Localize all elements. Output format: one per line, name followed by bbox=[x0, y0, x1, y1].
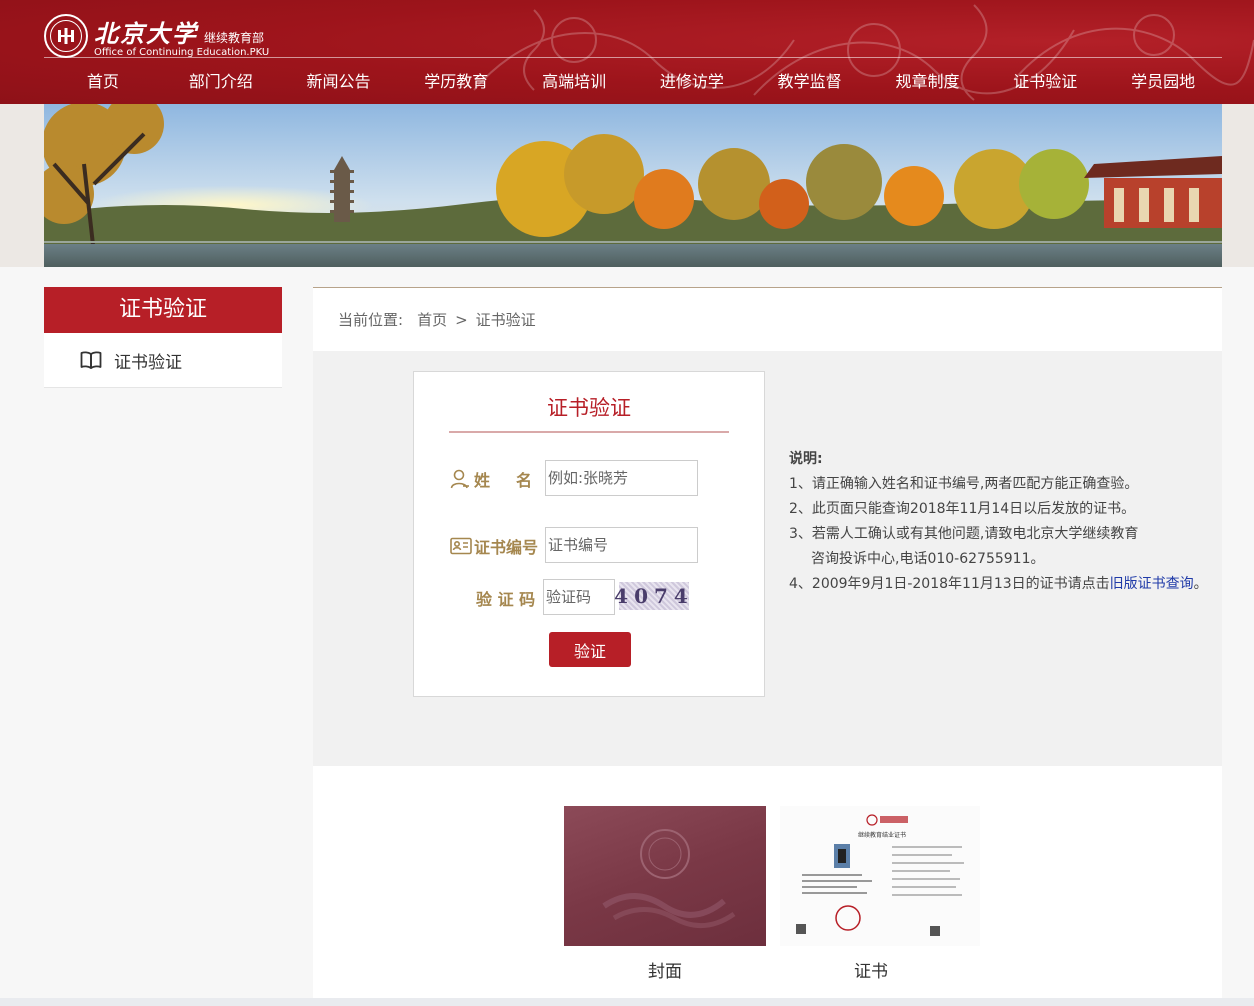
captcha-image[interactable]: 4074 bbox=[614, 582, 689, 610]
sidebar-title: 证书验证 bbox=[44, 287, 282, 333]
logo-title-cn: 北京大学 bbox=[94, 19, 198, 48]
breadcrumb: 当前位置: 首页 > 证书验证 bbox=[313, 287, 1222, 351]
verify-button[interactable]: 验证 bbox=[549, 632, 631, 667]
banner-area bbox=[0, 104, 1254, 267]
captcha-input[interactable] bbox=[543, 579, 615, 615]
cert-number-label: 证书编号 bbox=[450, 527, 544, 565]
name-row: 姓 名 bbox=[414, 460, 766, 498]
site-logo[interactable]: 北京大学 继续教育部 Office of Continuing Educatio… bbox=[44, 14, 269, 58]
logo-subtitle: 继续教育部 bbox=[204, 31, 265, 45]
main-content: 证书验证 姓 名 证书编号 验 证 码 4074 bbox=[313, 351, 1222, 766]
breadcrumb-separator: > bbox=[455, 310, 468, 329]
sample-images: 继续教育结业证书 封面 证书 bbox=[313, 766, 1222, 998]
certificate-caption: 证书 bbox=[854, 962, 888, 982]
id-card-icon bbox=[450, 537, 472, 555]
instructions-heading: 说明: bbox=[789, 451, 823, 467]
nav-item-supervision[interactable]: 教学监督 bbox=[751, 62, 869, 102]
book-icon bbox=[80, 351, 102, 369]
nav-item-news[interactable]: 新闻公告 bbox=[280, 62, 398, 102]
pku-seal-icon bbox=[44, 14, 88, 58]
cert-number-row: 证书编号 bbox=[414, 527, 766, 565]
site-header: 北京大学 继续教育部 Office of Continuing Educatio… bbox=[0, 0, 1254, 104]
nav-item-rules[interactable]: 规章制度 bbox=[869, 62, 987, 102]
sidebar-item-certificate[interactable]: 证书验证 bbox=[44, 333, 282, 388]
svg-text:继续教育结业证书: 继续教育结业证书 bbox=[858, 831, 906, 839]
cover-caption: 封面 bbox=[648, 962, 682, 982]
user-icon bbox=[450, 469, 469, 489]
nav-item-students[interactable]: 学员园地 bbox=[1104, 62, 1222, 102]
cert-number-input[interactable] bbox=[545, 527, 698, 563]
nav-item-degree[interactable]: 学历教育 bbox=[397, 62, 515, 102]
sidebar-item-label: 证书验证 bbox=[114, 352, 182, 373]
nav-item-about[interactable]: 部门介绍 bbox=[162, 62, 280, 102]
certificate-sample-image[interactable]: 继续教育结业证书 bbox=[780, 806, 980, 946]
instruction-line: 1、请正确输入姓名和证书编号,两者匹配方能正确查验。 bbox=[789, 476, 1139, 492]
instructions: 说明: 1、请正确输入姓名和证书编号,两者匹配方能正确查验。 2、此页面只能查询… bbox=[789, 447, 1209, 597]
certificate-cover-image[interactable] bbox=[564, 806, 766, 946]
breadcrumb-home-link[interactable]: 首页 bbox=[417, 309, 447, 330]
form-title: 证书验证 bbox=[449, 392, 729, 433]
breadcrumb-prefix: 当前位置: bbox=[338, 311, 404, 329]
name-label: 姓 名 bbox=[450, 460, 544, 498]
footer-strip bbox=[0, 998, 1254, 1006]
main-nav: 首页 部门介绍 新闻公告 学历教育 高端培训 进修访学 教学监督 规章制度 证书… bbox=[44, 62, 1222, 102]
name-input[interactable] bbox=[545, 460, 698, 496]
nav-item-training[interactable]: 高端培训 bbox=[515, 62, 633, 102]
header-divider bbox=[44, 57, 1222, 58]
captcha-row: 验 证 码 4074 bbox=[414, 579, 766, 617]
instruction-line-old-link: 4、2009年9月1日-2018年11月13日的证书请点击旧版证书查询。 bbox=[789, 576, 1208, 592]
breadcrumb-current[interactable]: 证书验证 bbox=[476, 309, 536, 330]
instruction-line: 2、此页面只能查询2018年11月14日以后发放的证书。 bbox=[789, 501, 1136, 517]
instruction-line: 咨询投诉中心,电话010-62755911。 bbox=[811, 551, 1045, 567]
instruction-line: 3、若需人工确认或有其他问题,请致电北京大学继续教育 bbox=[789, 526, 1139, 542]
verify-form: 证书验证 姓 名 证书编号 验 证 码 4074 bbox=[413, 371, 765, 697]
campus-banner-image bbox=[44, 104, 1222, 267]
nav-item-visiting[interactable]: 进修访学 bbox=[633, 62, 751, 102]
old-certificate-query-link[interactable]: 旧版证书查询 bbox=[1110, 576, 1194, 592]
nav-item-home[interactable]: 首页 bbox=[44, 62, 162, 102]
nav-item-certificate[interactable]: 证书验证 bbox=[986, 62, 1104, 102]
